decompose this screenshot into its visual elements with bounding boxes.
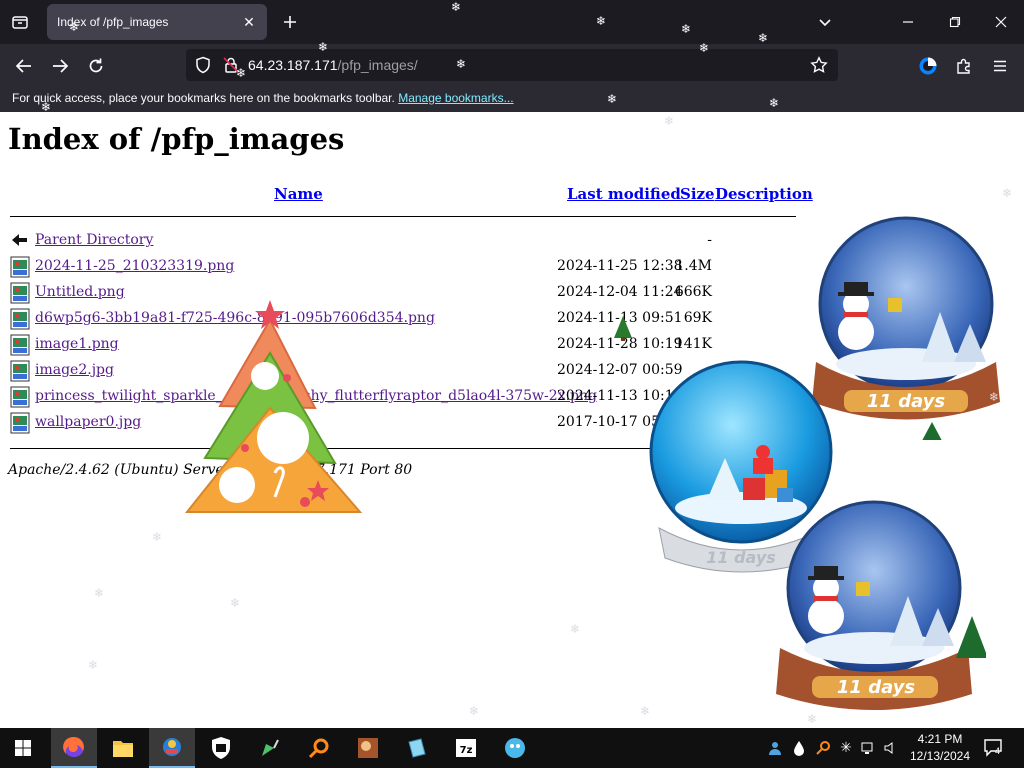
drop-icon[interactable]	[790, 736, 808, 760]
image-file-icon	[10, 308, 30, 330]
file-row: princess_twilight_sparkle__vs__fluttersh…	[10, 384, 796, 410]
navigation-toolbar: 64.23.187.171/pfp_images/	[0, 44, 1024, 86]
size-value: -	[707, 232, 712, 248]
size-value: 666K	[674, 284, 712, 300]
manage-bookmarks-link[interactable]: Manage bookmarks...	[398, 91, 513, 105]
file-link[interactable]: Parent Directory	[35, 232, 153, 248]
parent-directory-icon	[10, 230, 30, 252]
bookmarks-toolbar: For quick access, place your bookmarks h…	[0, 86, 1024, 112]
file-row: wallpaper0.jpg 2017-10-17 05	[10, 410, 796, 436]
plus-icon[interactable]	[278, 10, 302, 34]
game-icon[interactable]	[492, 728, 538, 768]
bookmarks-hint: For quick access, place your bookmarks h…	[12, 91, 395, 105]
clock-date: 12/13/2024	[909, 749, 971, 763]
file-row: image2.jpg 2024-12-07 00:59	[10, 358, 796, 384]
tab-title: Index of /pfp_images	[57, 15, 169, 29]
hamburger-menu-icon[interactable]	[986, 52, 1014, 80]
file-link[interactable]: princess_twilight_sparkle__vs__fluttersh…	[35, 388, 597, 404]
file-explorer-icon[interactable]	[100, 728, 146, 768]
7zip-icon[interactable]: 7z	[443, 728, 489, 768]
url-text[interactable]: 64.23.187.171/pfp_images/	[248, 57, 418, 73]
size-value: 141K	[674, 336, 712, 352]
size-value: 1.4M	[675, 258, 712, 274]
search-tray-icon[interactable]	[814, 736, 832, 760]
reload-icon[interactable]	[82, 52, 110, 80]
clock-time: 4:21 PM	[917, 732, 963, 746]
start-icon[interactable]	[0, 728, 46, 768]
back-arrow-icon[interactable]	[10, 52, 38, 80]
last-modified-value: 2017-10-17 05	[557, 414, 660, 430]
restore-icon[interactable]	[943, 10, 967, 34]
tab-bar: Index of /pfp_images ✕	[0, 0, 1024, 44]
window-close-icon[interactable]	[989, 10, 1013, 34]
file-row: Untitled.png 2024-12-04 11:24 666K	[10, 280, 796, 306]
column-header-description[interactable]: Description	[715, 185, 813, 203]
column-header-last-modified[interactable]: Last modified	[567, 185, 681, 203]
last-modified-value: 2024-11-25 12:38	[557, 258, 683, 274]
lock-slash-icon[interactable]	[222, 56, 240, 79]
svg-text:7z: 7z	[460, 745, 473, 756]
last-modified-value: 2024-11-13 10:1	[557, 388, 674, 404]
image-file-icon	[10, 360, 30, 382]
page-title: Index of /pfp_images	[8, 122, 345, 156]
last-modified-value: 2024-11-13 09:51	[557, 310, 683, 326]
shield-icon[interactable]	[194, 56, 212, 79]
network-icon[interactable]	[860, 736, 878, 760]
file-link[interactable]: image1.png	[35, 336, 119, 352]
image-file-icon	[10, 412, 30, 434]
header-divider	[10, 216, 796, 217]
file-link[interactable]: 2024-11-25_210323319.png	[35, 258, 234, 274]
image-file-icon	[10, 282, 30, 304]
notification-count: 4	[995, 746, 1001, 756]
url-path: /pfp_images/	[337, 57, 418, 73]
file-link[interactable]: image2.jpg	[35, 362, 114, 378]
file-link[interactable]: wallpaper0.jpg	[35, 414, 141, 430]
server-signature: Apache/2.4.62 (Ubuntu) Server at 64.23.1…	[8, 462, 413, 478]
taskbar: 7z ✳ 4:21 PM 12/13/2024 4	[0, 728, 1024, 768]
star-icon[interactable]	[810, 56, 828, 79]
image-file-icon	[10, 386, 30, 408]
volume-icon[interactable]	[882, 736, 900, 760]
last-modified-value: 2024-11-28 10:19	[557, 336, 683, 352]
parent-directory-row: Parent Directory -	[10, 228, 796, 254]
notification-icon[interactable]: 4	[982, 735, 1004, 759]
file-row: 2024-11-25_210323319.png 2024-11-25 12:38…	[10, 254, 796, 280]
file-row: image1.png 2024-11-28 10:19 141K	[10, 332, 796, 358]
active-tab[interactable]: Index of /pfp_images ✕	[47, 4, 267, 40]
file-link[interactable]: d6wp5g6-3bb19a81-f725-496c-8e91-095b7606…	[35, 310, 435, 326]
image-file-icon	[10, 334, 30, 356]
column-header-name[interactable]: Name	[274, 185, 323, 203]
system-clock[interactable]: 4:21 PM 12/13/2024	[905, 731, 975, 765]
column-header-size[interactable]: Size	[680, 185, 715, 203]
tab-list-icon[interactable]	[8, 10, 32, 34]
page-content: Index of /pfp_images Name Last modified …	[0, 112, 1024, 728]
last-modified-value: 2024-12-04 11:24	[557, 284, 683, 300]
image-file-icon	[10, 256, 30, 278]
snowflake-tray-icon[interactable]: ✳	[837, 736, 855, 760]
search-app-icon[interactable]	[296, 728, 342, 768]
file-row: d6wp5g6-3bb19a81-f725-496c-8e91-095b7606…	[10, 306, 796, 332]
people-icon[interactable]	[766, 736, 784, 760]
close-icon[interactable]: ✕	[241, 14, 257, 30]
last-modified-value: 2024-12-07 00:59	[557, 362, 683, 378]
security-shield-icon[interactable]	[198, 728, 244, 768]
footer-divider	[10, 448, 796, 449]
chevron-down-icon[interactable]	[813, 10, 837, 34]
account-icon[interactable]	[914, 52, 942, 80]
pen-tool-icon[interactable]	[247, 728, 293, 768]
minimize-icon[interactable]	[896, 10, 920, 34]
url-bar[interactable]: 64.23.187.171/pfp_images/	[186, 49, 838, 81]
puzzle-icon[interactable]	[950, 52, 978, 80]
size-value: 69K	[683, 310, 712, 326]
url-host: 64.23.187.171	[248, 57, 338, 73]
file-link[interactable]: Untitled.png	[35, 284, 125, 300]
forward-arrow-icon[interactable]	[46, 52, 74, 80]
firefox-icon[interactable]	[51, 728, 97, 768]
photo-app-icon[interactable]	[345, 728, 391, 768]
notes-app-icon[interactable]	[394, 728, 440, 768]
app-icon[interactable]	[149, 728, 195, 768]
